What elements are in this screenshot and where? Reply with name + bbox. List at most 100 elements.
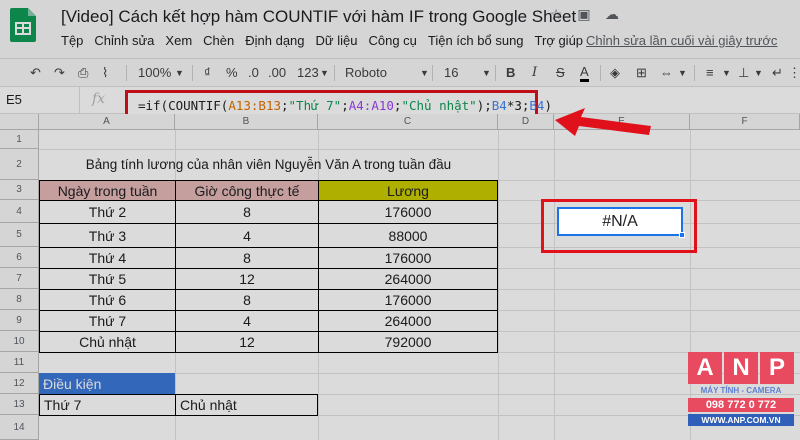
row-header-1[interactable]: 1 (0, 130, 39, 149)
select-all-corner[interactable] (0, 114, 39, 130)
italic-button[interactable]: I (532, 64, 537, 82)
column-header-b[interactable]: B (175, 114, 318, 130)
name-box[interactable]: E5 (0, 87, 80, 113)
table-cell-day[interactable]: Thứ 5 (39, 268, 176, 290)
currency-format-button[interactable]: ₫ (204, 64, 211, 82)
menu-data[interactable]: Dữ liệu (316, 33, 358, 48)
merge-cells-icon[interactable]: ⇔ (660, 64, 673, 82)
formula-input[interactable]: =if(COUNTIF(A13:B13;"Thứ 7";A4:A10;"Chủ … (138, 98, 552, 113)
table-cell-hours[interactable]: 8 (175, 200, 319, 224)
table-cell-day[interactable]: Chủ nhật (39, 331, 176, 353)
row-header-11[interactable]: 11 (0, 352, 39, 373)
redo-icon[interactable]: ↷ (54, 64, 65, 82)
fill-handle[interactable] (679, 232, 685, 238)
column-header-f[interactable]: F (690, 114, 800, 130)
row-header-3[interactable]: 3 (0, 180, 39, 200)
result-cell-e5[interactable]: #N/A (557, 207, 683, 236)
star-icon[interactable]: ☆ (548, 6, 564, 22)
header-gio-cong[interactable]: Giờ công thực tế (175, 180, 319, 201)
table-cell-hours[interactable]: 4 (175, 310, 319, 332)
anp-website: WWW.ANP.COM.VN (688, 414, 794, 426)
fill-color-icon[interactable]: ◈ (610, 64, 620, 82)
undo-icon[interactable]: ↶ (30, 64, 41, 82)
table-cell-day[interactable]: Thứ 3 (39, 223, 176, 248)
row-header-2[interactable]: 2 (0, 149, 39, 180)
row-header-12[interactable]: 12 (0, 373, 39, 394)
move-to-folder-icon[interactable]: ▣ (576, 6, 592, 22)
menu-view[interactable]: Xem (165, 33, 192, 48)
table-cell-day[interactable]: Thứ 4 (39, 247, 176, 269)
menu-tools[interactable]: Công cụ (368, 33, 416, 48)
row-header-9[interactable]: 9 (0, 310, 39, 331)
table-cell-salary[interactable]: 176000 (318, 289, 498, 311)
column-header-d[interactable]: D (498, 114, 554, 130)
menu-format[interactable]: Định dạng (245, 33, 304, 48)
table-cell-salary[interactable]: 176000 (318, 247, 498, 269)
table-cell-hours[interactable]: 8 (175, 247, 319, 269)
document-title[interactable]: [Video] Cách kết hợp hàm COUNTIF với hàm… (61, 7, 576, 27)
table-cell-day[interactable]: Thứ 7 (39, 310, 176, 332)
table-cell-hours[interactable]: 12 (175, 268, 319, 290)
more-formats-button[interactable]: 123 (297, 64, 319, 82)
decrease-decimal-button[interactable]: .0 (248, 64, 259, 82)
condition-value-a13[interactable]: Thứ 7 (39, 394, 176, 416)
anp-letter-p: P (760, 352, 794, 384)
text-color-button[interactable]: A (580, 64, 589, 82)
chevron-down-icon: ▼ (678, 68, 687, 78)
vertical-align-icon[interactable]: ⊥ (738, 64, 749, 82)
text-wrap-icon[interactable]: ↵ (772, 64, 783, 82)
condition-value-b13[interactable]: Chủ nhật (175, 394, 318, 416)
bold-button[interactable]: B (506, 64, 515, 82)
borders-icon[interactable]: ⊞ (636, 64, 647, 82)
header-ngay[interactable]: Ngày trong tuần (39, 180, 176, 201)
table-title[interactable]: Bảng tính lương của nhân viên Nguyễn Văn… (39, 149, 498, 180)
table-cell-day[interactable]: Thứ 6 (39, 289, 176, 311)
last-edit-link[interactable]: Chỉnh sửa lần cuối vài giây trước (586, 33, 777, 48)
red-arrow-icon (555, 108, 651, 136)
column-header-a[interactable]: A (39, 114, 175, 130)
strikethrough-button[interactable]: S (556, 64, 565, 82)
more-icon[interactable]: ⋮ (788, 64, 800, 82)
table-cell-hours[interactable]: 12 (175, 331, 319, 353)
chevron-down-icon: ▼ (175, 68, 184, 78)
menu-edit[interactable]: Chỉnh sửa (94, 33, 154, 48)
font-select[interactable]: Roboto (345, 64, 387, 82)
menu-bar: Tệp Chỉnh sửa Xem Chèn Định dạng Dữ liệu… (61, 33, 594, 48)
anp-letter-a: A (688, 352, 722, 384)
print-icon[interactable]: ⎙ (78, 64, 88, 82)
horizontal-align-icon[interactable]: ≡ (706, 64, 714, 82)
row-header-7[interactable]: 7 (0, 268, 39, 289)
toolbar: ↶ ↷ ⎙ ⌇ 100% ▼ ₫ % .0 .00 123 ▼ Roboto ▼… (0, 58, 800, 86)
row-header-10[interactable]: 10 (0, 331, 39, 352)
row-header-6[interactable]: 6 (0, 247, 39, 268)
row-header-14[interactable]: 14 (0, 415, 39, 440)
table-cell-salary[interactable]: 176000 (318, 200, 498, 224)
header-luong[interactable]: Lương (318, 180, 498, 201)
table-cell-hours[interactable]: 8 (175, 289, 319, 311)
menu-file[interactable]: Tệp (61, 33, 83, 48)
menu-addons[interactable]: Tiện ích bổ sung (428, 33, 524, 48)
paint-format-icon[interactable]: ⌇ (102, 64, 108, 82)
anp-watermark-logo: A N P MÁY TÍNH - CAMERA 098 772 0 772 WW… (688, 352, 796, 436)
column-header-c[interactable]: C (318, 114, 498, 130)
google-sheets-logo-icon[interactable] (10, 8, 36, 42)
menu-help[interactable]: Trợ giúp (535, 33, 584, 48)
condition-label[interactable]: Điều kiện (39, 373, 175, 394)
row-header-5[interactable]: 5 (0, 223, 39, 247)
table-cell-day[interactable]: Thứ 2 (39, 200, 176, 224)
table-cell-salary[interactable]: 792000 (318, 331, 498, 353)
table-cell-hours[interactable]: 4 (175, 223, 319, 248)
table-cell-salary[interactable]: 88000 (318, 223, 498, 248)
increase-decimal-button[interactable]: .00 (268, 64, 286, 82)
table-cell-salary[interactable]: 264000 (318, 268, 498, 290)
title-bar: [Video] Cách kết hợp hàm COUNTIF với hàm… (0, 0, 800, 58)
row-header-4[interactable]: 4 (0, 200, 39, 223)
font-size-select[interactable]: 16 (444, 64, 458, 82)
row-header-8[interactable]: 8 (0, 289, 39, 310)
row-header-13[interactable]: 13 (0, 394, 39, 415)
zoom-select[interactable]: 100% (138, 64, 171, 82)
percent-format-button[interactable]: % (226, 64, 238, 82)
menu-insert[interactable]: Chèn (203, 33, 234, 48)
cloud-saved-icon: ☁ (605, 6, 619, 22)
table-cell-salary[interactable]: 264000 (318, 310, 498, 332)
